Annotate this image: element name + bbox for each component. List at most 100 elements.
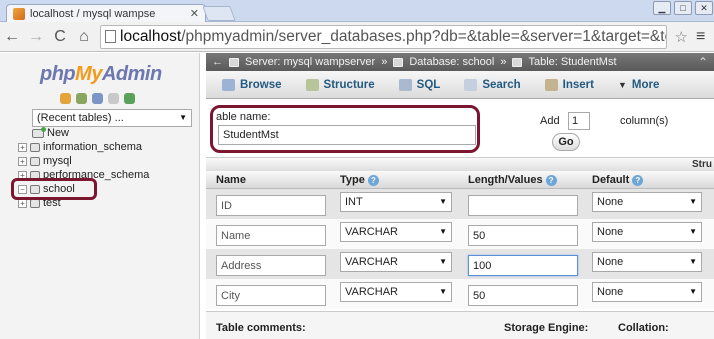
quick-links (60, 93, 135, 104)
chevron-down-icon: ▼ (439, 287, 447, 296)
column-type-select[interactable]: VARCHAR ▼ (340, 252, 452, 272)
school-highlight-outline (11, 178, 97, 200)
tab-sql[interactable]: SQL (393, 77, 447, 93)
column-name-input[interactable]: ID (216, 195, 326, 216)
phpmyadmin-favicon-icon (13, 7, 25, 20)
column-row: Name VARCHAR ▼ 50 None ▼ (206, 219, 714, 249)
column-row: Address VARCHAR ▼ 100 None ▼ (206, 249, 714, 279)
table-icon (512, 57, 523, 67)
forward-icon[interactable]: → (28, 28, 44, 45)
main-panel: ← Server: mysql wampserver » Database: s… (206, 53, 714, 339)
column-name-input[interactable]: City (216, 285, 326, 306)
recent-tables-select[interactable]: (Recent tables) ... ▼ (32, 109, 192, 127)
tree-item-information-schema[interactable]: + information_schema (18, 140, 149, 154)
phpmyadmin-logo[interactable]: phpMyAdmin (40, 63, 162, 86)
column-length-input[interactable]: 50 (468, 285, 578, 306)
bookmark-star-icon[interactable]: ☆ (675, 28, 688, 46)
close-window-icon[interactable]: ✕ (695, 1, 713, 15)
breadcrumb-server[interactable]: Server: mysql wampserver (245, 56, 375, 68)
help-icon[interactable]: ? (632, 174, 644, 186)
new-tab-button[interactable] (202, 6, 236, 21)
tree-item-mysql[interactable]: + mysql (18, 154, 149, 168)
column-name-input[interactable]: Address (216, 255, 326, 276)
collapse-breadcrumb-icon[interactable]: ⌃ (698, 55, 708, 69)
address-bar[interactable]: localhost/phpmyadmin/server_databases.ph… (100, 24, 667, 49)
add-columns-label: Add (540, 115, 560, 127)
column-type-select[interactable]: VARCHAR ▼ (340, 282, 452, 302)
column-length-input[interactable]: 50 (468, 225, 578, 246)
breadcrumb: ← Server: mysql wampserver » Database: s… (206, 53, 714, 71)
column-default-select[interactable]: None ▼ (592, 192, 702, 212)
structure-icon (305, 78, 319, 91)
database-icon (30, 142, 40, 152)
help-icon[interactable]: ? (367, 174, 379, 186)
header-default: Default? (592, 174, 644, 186)
browser-menu-icon[interactable]: ≡ (696, 28, 710, 46)
expand-icon[interactable]: + (18, 156, 27, 166)
chevron-right-icon: » (500, 56, 507, 68)
breadcrumb-database[interactable]: Database: school (409, 56, 494, 68)
chevron-down-icon: ▼ (618, 79, 627, 90)
columns-label: column(s) (620, 115, 669, 127)
table-name-highlight-outline (210, 105, 480, 153)
docs-icon[interactable] (108, 93, 119, 104)
storage-engine-label: Storage Engine: (504, 322, 589, 334)
column-row: City VARCHAR ▼ 50 None ▼ (206, 279, 714, 309)
search-icon (464, 78, 478, 91)
column-type-select[interactable]: INT ▼ (340, 192, 452, 212)
chevron-down-icon: ▼ (439, 257, 447, 266)
new-db-icon (32, 126, 46, 138)
browser-titlebar: localhost / mysql wampse ✕ ▁ □ ✕ (0, 0, 714, 22)
add-columns-input[interactable]: 1 (568, 112, 590, 130)
browse-icon (222, 78, 235, 91)
help-icon[interactable]: ? (545, 174, 557, 186)
table-comments-label: Table comments: (216, 322, 306, 334)
tab-title: localhost / mysql wampse (30, 7, 156, 20)
reload-icon[interactable]: C (52, 28, 68, 45)
logout-icon[interactable] (76, 93, 87, 104)
database-icon (393, 57, 404, 67)
tab-browse[interactable]: Browse (216, 77, 288, 93)
reload-nav-icon[interactable] (124, 93, 135, 104)
maximize-icon[interactable]: □ (674, 1, 692, 15)
header-name: Name (216, 174, 246, 186)
column-length-input[interactable]: 100 (468, 255, 578, 276)
tab-insert[interactable]: Insert (539, 77, 600, 93)
home-icon[interactable] (60, 93, 71, 104)
help-icon[interactable] (92, 93, 103, 104)
minimize-icon[interactable]: ▁ (653, 1, 671, 15)
structure-label: Stru (692, 159, 712, 170)
url-text: localhost/phpmyadmin/server_databases.ph… (120, 27, 667, 45)
tab-structure[interactable]: Structure (300, 77, 381, 93)
table-options: Table comments: Storage Engine: Collatio… (206, 311, 714, 339)
column-default-select[interactable]: None ▼ (592, 252, 702, 272)
tab-close-icon[interactable]: ✕ (190, 7, 199, 20)
column-name-input[interactable]: Name (216, 225, 326, 246)
chevron-down-icon: ▼ (439, 227, 447, 236)
chevron-down-icon: ▼ (689, 197, 697, 206)
chevron-down-icon: ▼ (689, 227, 697, 236)
sql-icon (398, 78, 412, 91)
chevron-down-icon: ▼ (439, 197, 447, 206)
arrow-left-icon[interactable]: ← (212, 56, 223, 68)
collation-label: Collation: (618, 322, 669, 334)
breadcrumb-table[interactable]: Table: StudentMst (528, 56, 616, 68)
tab-search[interactable]: Search (458, 77, 526, 93)
back-icon[interactable]: ← (4, 28, 20, 45)
column-default-select[interactable]: None ▼ (592, 282, 702, 302)
browser-toolbar: ← → C ⌂ localhost/phpmyadmin/server_data… (0, 22, 714, 52)
column-type-select[interactable]: VARCHAR ▼ (340, 222, 452, 242)
column-length-input[interactable] (468, 195, 578, 216)
window-controls: ▁ □ ✕ (650, 1, 713, 17)
chevron-down-icon: ▼ (689, 287, 697, 296)
column-default-select[interactable]: None ▼ (592, 222, 702, 242)
home-icon[interactable]: ⌂ (76, 28, 92, 45)
structure-header: Stru (206, 157, 714, 171)
expand-icon[interactable]: + (18, 142, 27, 152)
go-button[interactable]: Go (552, 133, 580, 151)
browser-tab[interactable]: localhost / mysql wampse ✕ (6, 4, 206, 22)
tree-item-new[interactable]: New (18, 126, 149, 140)
chevron-down-icon: ▼ (689, 257, 697, 266)
tab-more[interactable]: ▼ More (612, 77, 665, 93)
column-row: ID INT ▼ None ▼ (206, 189, 714, 219)
